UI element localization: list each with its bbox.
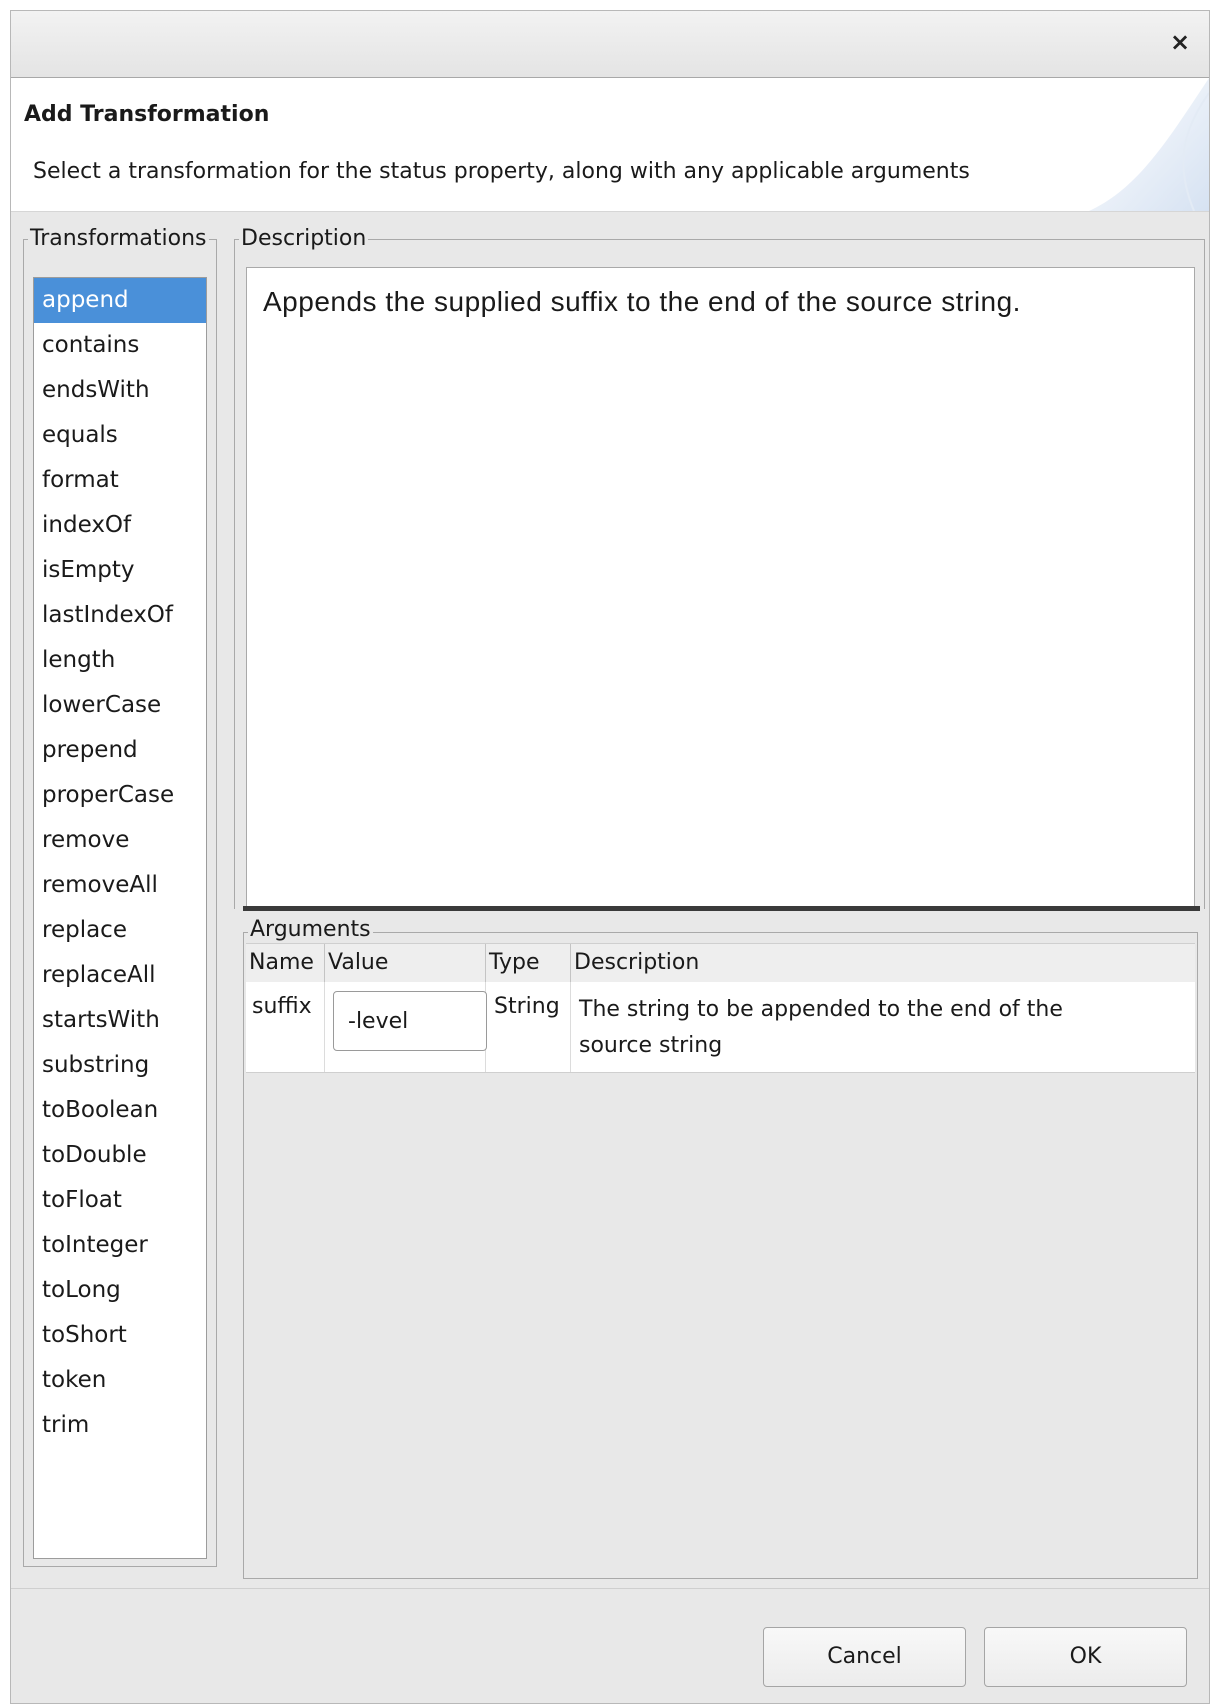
arguments-label: Arguments [248, 917, 373, 943]
list-item[interactable]: startsWith [34, 998, 206, 1043]
description-panel: Appends the supplied suffix to the end o… [246, 267, 1195, 907]
list-item[interactable]: length [34, 638, 206, 683]
add-transformation-dialog: × Add Transformation Select a transforma… [10, 10, 1210, 1704]
header-banner: Add Transformation Select a transformati… [11, 78, 1209, 212]
list-item[interactable]: remove [34, 818, 206, 863]
column-header-name[interactable]: Name [246, 944, 325, 982]
description-text: Appends the supplied suffix to the end o… [263, 286, 1021, 317]
list-item[interactable]: replace [34, 908, 206, 953]
list-item[interactable]: lastIndexOf [34, 593, 206, 638]
list-item[interactable]: replaceAll [34, 953, 206, 998]
list-item[interactable]: isEmpty [34, 548, 206, 593]
transformations-list[interactable]: append contains endsWith equals format indexO… [33, 277, 207, 1559]
description-label: Description [239, 226, 369, 252]
argument-name: suffix [246, 982, 325, 1072]
list-item[interactable]: endsWith [34, 368, 206, 413]
list-item[interactable]: toLong [34, 1268, 206, 1313]
transformations-label: Transformations [28, 226, 209, 252]
dialog-message: Select a transformation for the status p… [33, 159, 970, 184]
argument-value-input[interactable] [333, 991, 487, 1051]
argument-description-line-1: The string to be appended to the end of … [579, 997, 1063, 1022]
argument-type: String [486, 982, 571, 1072]
list-item[interactable]: substring [34, 1043, 206, 1088]
list-item[interactable]: toShort [34, 1313, 206, 1358]
argument-value-cell [325, 982, 487, 1072]
ok-button[interactable]: OK [984, 1627, 1187, 1687]
arguments-group: Arguments Name Value Type Description su… [243, 917, 1198, 1579]
list-item[interactable]: properCase [34, 773, 206, 818]
list-item[interactable]: prepend [34, 728, 206, 773]
list-item[interactable]: toBoolean [34, 1088, 206, 1133]
close-icon[interactable]: × [1169, 30, 1191, 54]
cancel-button[interactable]: Cancel [763, 1627, 966, 1687]
arguments-table-header: Name Value Type Description [246, 943, 1195, 983]
argument-description-line-2: source string [579, 1033, 723, 1058]
title-bar: × [11, 11, 1209, 78]
list-item[interactable]: trim [34, 1403, 206, 1448]
column-header-value[interactable]: Value [325, 944, 486, 982]
banner-graphic-icon [1089, 78, 1209, 211]
splitter-handle[interactable] [243, 906, 1200, 911]
list-item[interactable]: contains [34, 323, 206, 368]
list-item[interactable]: append [34, 278, 206, 323]
list-item[interactable]: format [34, 458, 206, 503]
list-item[interactable]: removeAll [34, 863, 206, 908]
list-item[interactable]: toInteger [34, 1223, 206, 1268]
list-item[interactable]: toFloat [34, 1178, 206, 1223]
list-item[interactable]: lowerCase [34, 683, 206, 728]
list-item[interactable]: toDouble [34, 1133, 206, 1178]
dialog-title: Add Transformation [24, 102, 270, 127]
argument-description: The string to be appended to the end of … [571, 982, 1195, 1072]
column-header-description[interactable]: Description [571, 944, 1195, 982]
list-item[interactable]: indexOf [34, 503, 206, 548]
table-row[interactable]: suffix String The string to be appended … [246, 982, 1195, 1073]
column-header-type[interactable]: Type [486, 944, 571, 982]
list-item[interactable]: equals [34, 413, 206, 458]
list-item[interactable]: token [34, 1358, 206, 1403]
